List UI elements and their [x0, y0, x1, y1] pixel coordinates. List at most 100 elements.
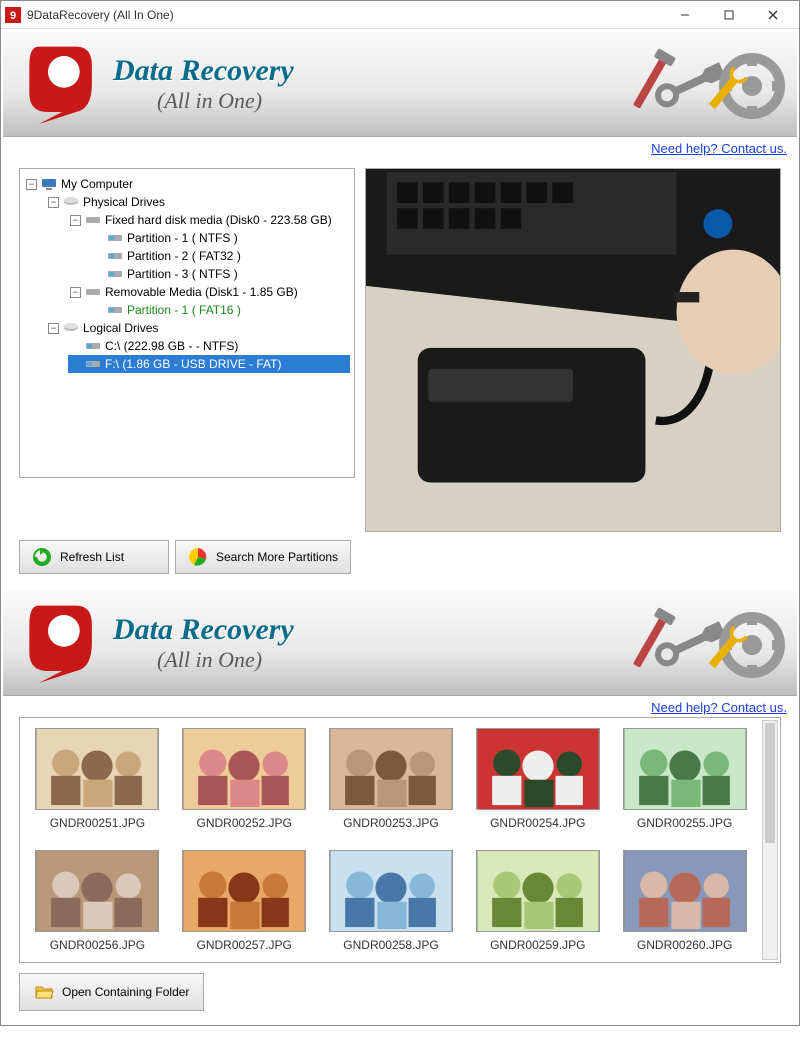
thumbnail-item[interactable]: GNDR00255.JPG — [617, 728, 752, 830]
window-title: 9DataRecovery (All In One) — [27, 8, 663, 22]
help-link[interactable]: Need help? Contact us. — [651, 141, 787, 156]
banner-title: Data Recovery — [113, 54, 294, 88]
open-folder-button[interactable]: Open Containing Folder — [19, 973, 204, 1011]
tree-node-logical-drives[interactable]: − Logical Drives — [46, 319, 350, 337]
preview-image — [365, 168, 781, 532]
banner-subtitle: (All in One) — [157, 88, 294, 114]
banner-subtitle: (All in One) — [157, 647, 294, 673]
scrollbar-thumb[interactable] — [765, 723, 775, 843]
thumbnail-item[interactable]: GNDR00259.JPG — [470, 850, 605, 952]
node-label: Removable Media (Disk1 - 1.85 GB) — [105, 285, 298, 299]
thumbnail-item[interactable]: GNDR00251.JPG — [30, 728, 165, 830]
thumbnail-label: GNDR00255.JPG — [617, 816, 752, 830]
pie-icon — [188, 547, 208, 567]
app-window: 9 9DataRecovery (All In One) Data Recove… — [0, 0, 800, 1026]
thumbnail-item[interactable]: GNDR00260.JPG — [617, 850, 752, 952]
tree-node-partition[interactable]: Partition - 1 ( NTFS ) — [90, 229, 350, 247]
hdd-icon — [85, 212, 101, 228]
collapse-icon[interactable]: − — [48, 197, 59, 208]
partition-icon — [85, 356, 101, 372]
titlebar: 9 9DataRecovery (All In One) — [1, 1, 799, 29]
thumbnails-panel: GNDR00251.JPG GNDR00252.JPG GNDR00253.JPG G… — [19, 717, 781, 963]
thumbnail-label: GNDR00251.JPG — [30, 816, 165, 830]
collapse-icon[interactable]: − — [70, 215, 81, 226]
thumbnail-label: GNDR00258.JPG — [324, 938, 459, 952]
partition-icon — [107, 248, 123, 264]
thumbnail-image — [623, 728, 747, 810]
tools-icon — [607, 600, 787, 693]
node-label: Partition - 3 ( NTFS ) — [127, 267, 238, 281]
node-label: Logical Drives — [83, 321, 158, 335]
banner: Data Recovery (All in One) — [3, 590, 797, 696]
node-label: My Computer — [61, 177, 133, 191]
tree-node-partition[interactable]: Partition - 2 ( FAT32 ) — [90, 247, 350, 265]
scrollbar[interactable] — [762, 720, 778, 960]
drive-icon — [63, 194, 79, 210]
thumbnail-label: GNDR00253.JPG — [324, 816, 459, 830]
tree-node-partition[interactable]: Partition - 1 ( FAT16 ) — [90, 301, 350, 319]
button-label: Refresh List — [60, 550, 124, 564]
thumbnail-item[interactable]: GNDR00253.JPG — [324, 728, 459, 830]
node-label: F:\ (1.86 GB - USB DRIVE - FAT) — [105, 357, 281, 371]
thumbnail-label: GNDR00254.JPG — [470, 816, 605, 830]
collapse-icon[interactable]: − — [70, 287, 81, 298]
thumbnail-image — [35, 728, 159, 810]
thumbnail-item[interactable]: GNDR00254.JPG — [470, 728, 605, 830]
thumbnail-item[interactable]: GNDR00257.JPG — [177, 850, 312, 952]
thumbnail-label: GNDR00259.JPG — [470, 938, 605, 952]
content-panel-1: −My Computer −Physical Drives −Fixed har… — [1, 158, 799, 584]
search-more-button[interactable]: Search More Partitions — [175, 540, 351, 574]
thumbnail-image — [329, 728, 453, 810]
tree-node-my-computer[interactable]: − My Computer — [24, 175, 350, 193]
folder-icon — [34, 982, 54, 1002]
node-label: Partition - 2 ( FAT32 ) — [127, 249, 241, 263]
thumbnail-item[interactable]: GNDR00256.JPG — [30, 850, 165, 952]
refresh-button[interactable]: Refresh List — [19, 540, 169, 574]
partition-icon — [107, 302, 123, 318]
thumbnail-label: GNDR00256.JPG — [30, 938, 165, 952]
thumbnail-label: GNDR00257.JPG — [177, 938, 312, 952]
help-link-row: Need help? Contact us. — [1, 139, 799, 158]
thumbnail-image — [476, 728, 600, 810]
tree-node-c-drive[interactable]: C:\ (222.98 GB - - NTFS) — [68, 337, 350, 355]
computer-icon — [41, 176, 57, 192]
banner-title: Data Recovery — [113, 613, 294, 647]
thumbnail-image — [35, 850, 159, 932]
node-label: Physical Drives — [83, 195, 165, 209]
hdd-icon — [85, 284, 101, 300]
collapse-icon[interactable]: − — [26, 179, 37, 190]
help-link[interactable]: Need help? Contact us. — [651, 700, 787, 715]
collapse-icon[interactable]: − — [48, 323, 59, 334]
thumbnail-image — [182, 850, 306, 932]
help-link-row: Need help? Contact us. — [1, 698, 799, 717]
svg-text:9: 9 — [10, 10, 16, 22]
app-icon: 9 — [5, 7, 21, 23]
partition-icon — [107, 266, 123, 282]
thumbnail-image — [623, 850, 747, 932]
banner-text: Data Recovery (All in One) — [113, 54, 294, 114]
node-label: C:\ (222.98 GB - - NTFS) — [105, 339, 238, 353]
tree-node-physical-drives[interactable]: − Physical Drives — [46, 193, 350, 211]
node-label: Fixed hard disk media (Disk0 - 223.58 GB… — [105, 213, 332, 227]
thumbnail-image — [476, 850, 600, 932]
drive-icon — [63, 320, 79, 336]
drive-tree[interactable]: −My Computer −Physical Drives −Fixed har… — [19, 168, 355, 478]
partition-icon — [85, 338, 101, 354]
logo-icon — [23, 601, 101, 685]
tree-node-disk0[interactable]: − Fixed hard disk media (Disk0 - 223.58 G… — [68, 211, 350, 229]
thumbnail-item[interactable]: GNDR00252.JPG — [177, 728, 312, 830]
thumbnail-label: GNDR00252.JPG — [177, 816, 312, 830]
banner-text: Data Recovery (All in One) — [113, 613, 294, 673]
tree-node-f-drive[interactable]: F:\ (1.86 GB - USB DRIVE - FAT) — [68, 355, 350, 373]
close-button[interactable] — [751, 1, 795, 29]
thumbnail-item[interactable]: GNDR00258.JPG — [324, 850, 459, 952]
bottom-button-row: Open Containing Folder — [1, 973, 799, 1025]
tools-icon — [607, 41, 787, 134]
button-label: Open Containing Folder — [62, 985, 189, 999]
tree-node-partition[interactable]: Partition - 3 ( NTFS ) — [90, 265, 350, 283]
maximize-button[interactable] — [707, 1, 751, 29]
tree-node-disk1[interactable]: − Removable Media (Disk1 - 1.85 GB) — [68, 283, 350, 301]
minimize-button[interactable] — [663, 1, 707, 29]
button-label: Search More Partitions — [216, 550, 338, 564]
button-row: Refresh List Search More Partitions — [19, 540, 781, 574]
